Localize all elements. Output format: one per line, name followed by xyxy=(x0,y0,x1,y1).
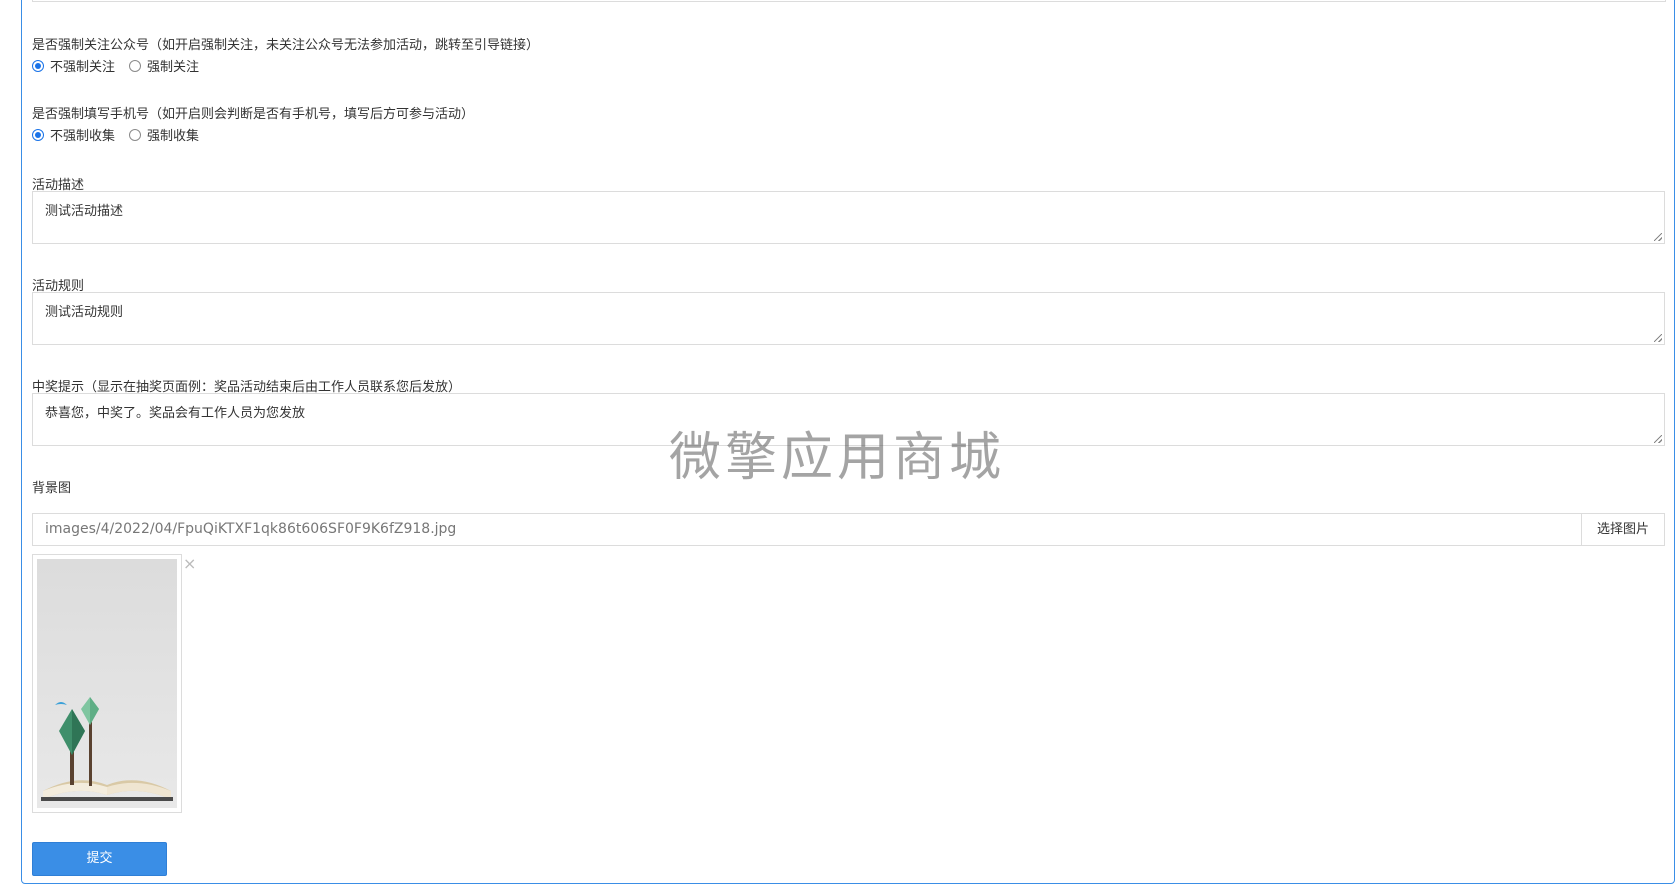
description-value: 测试活动描述 xyxy=(45,204,124,219)
phone-radio-group: 不强制收集 强制收集 xyxy=(32,125,213,144)
follow-option-yes-label: 强制关注 xyxy=(147,60,200,75)
background-input-group: images/4/2022/04/FpuQiKTXF1qk86t606SF0F9… xyxy=(32,513,1665,546)
radio-unchecked-icon[interactable] xyxy=(129,128,142,141)
remove-image-icon[interactable]: × xyxy=(183,556,196,572)
submit-button[interactable]: 提交 xyxy=(32,842,167,876)
phone-option-yes[interactable]: 强制收集 xyxy=(129,125,199,144)
background-thumbnail xyxy=(32,554,182,813)
thumbnail-image xyxy=(37,559,177,808)
rules-value: 测试活动规则 xyxy=(45,305,124,320)
phone-option-no-label: 不强制收集 xyxy=(50,129,116,144)
phone-option-yes-label: 强制收集 xyxy=(147,129,200,144)
background-path-input[interactable]: images/4/2022/04/FpuQiKTXF1qk86t606SF0F9… xyxy=(33,514,1581,545)
follow-label: 是否强制关注公众号（如开启强制关注，未关注公众号无法参加活动，跳转至引导链接） xyxy=(32,38,540,53)
radio-checked-icon[interactable] xyxy=(32,59,44,72)
prize-tip-value: 恭喜您，中奖了。奖品会有工作人员为您发放 xyxy=(45,406,306,421)
watermark-text: 微擎应用商城 xyxy=(669,428,1006,488)
radio-unchecked-icon[interactable] xyxy=(129,59,142,72)
previous-field[interactable] xyxy=(32,0,1666,2)
follow-radio-group: 不强制关注 强制关注 xyxy=(32,56,213,75)
phone-label: 是否强制填写手机号（如开启则会判断是否有手机号，填写后方可参与活动） xyxy=(32,107,475,122)
follow-option-yes[interactable]: 强制关注 xyxy=(129,56,199,75)
follow-option-no[interactable]: 不强制关注 xyxy=(32,56,115,75)
follow-option-no-label: 不强制关注 xyxy=(50,60,116,75)
resize-grip-icon[interactable] xyxy=(1654,233,1662,241)
resize-grip-icon[interactable] xyxy=(1654,334,1662,342)
description-textarea[interactable]: 测试活动描述 xyxy=(32,191,1665,244)
choose-image-button[interactable]: 选择图片 xyxy=(1581,514,1664,545)
phone-option-no[interactable]: 不强制收集 xyxy=(32,125,115,144)
background-label: 背景图 xyxy=(32,481,72,496)
rules-textarea[interactable]: 测试活动规则 xyxy=(32,292,1665,345)
resize-grip-icon[interactable] xyxy=(1654,435,1662,443)
radio-checked-icon[interactable] xyxy=(32,128,44,141)
